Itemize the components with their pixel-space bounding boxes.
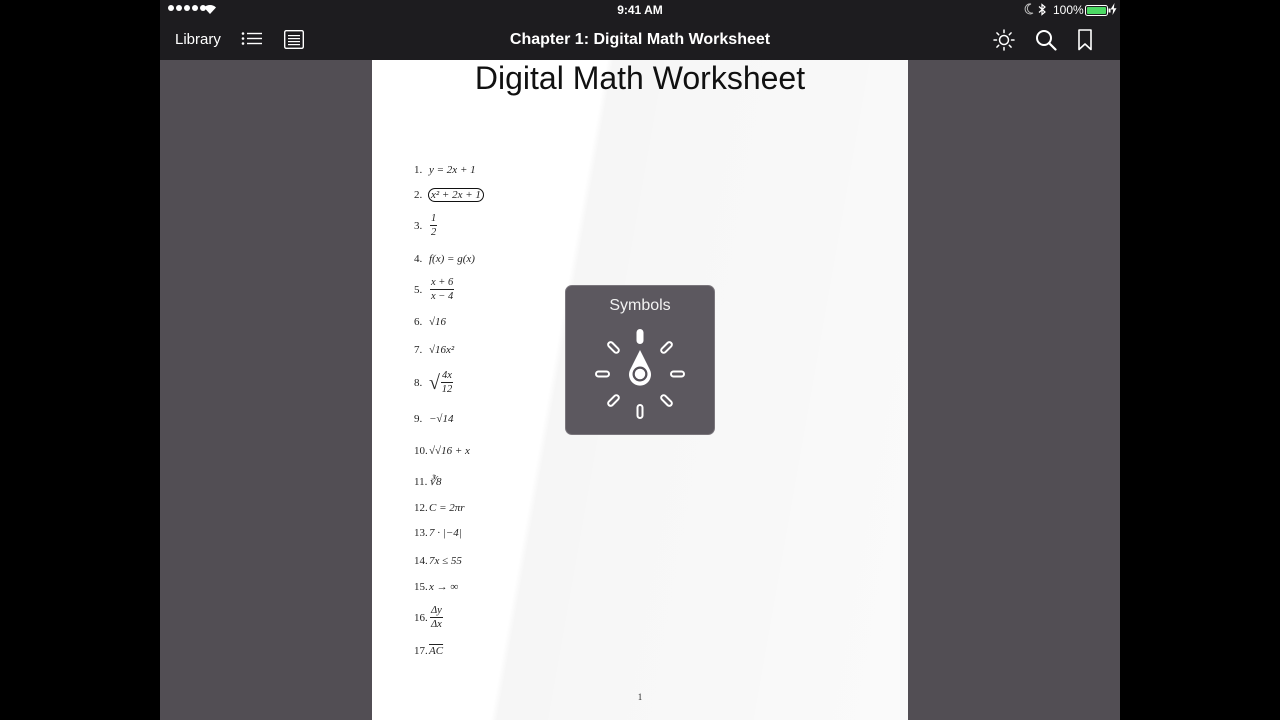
rotor-icon — [595, 329, 685, 419]
problem-number: 1. — [414, 164, 423, 176]
list-item[interactable]: 15. x → ∞ — [414, 581, 458, 593]
math-expression: 7x ≤ 55 — [429, 555, 462, 567]
radical-sign: √ — [429, 371, 440, 394]
list-item[interactable]: 2. x² + 2x + 1 — [414, 188, 484, 202]
numerator: Δy — [430, 605, 443, 618]
search-icon[interactable] — [1035, 29, 1057, 51]
math-expression: f(x) = g(x) — [429, 253, 475, 265]
page-title: Digital Math Worksheet — [474, 60, 806, 96]
math-expression: x → ∞ — [429, 581, 459, 593]
denominator: Δx — [431, 619, 442, 630]
moon-icon — [1024, 3, 1034, 15]
fraction: 1 2 — [430, 212, 438, 239]
problem-number: 15. — [414, 581, 428, 593]
book-title: Chapter 1: Digital Math Worksheet — [509, 31, 771, 48]
denominator: 12 — [441, 384, 453, 395]
bookmark-icon[interactable] — [1077, 29, 1093, 51]
math-expression: −√14 — [429, 413, 454, 425]
math-expression: √√16 + x — [429, 445, 470, 457]
math-expression: C = 2πr — [429, 502, 465, 514]
numerator: 1 — [430, 213, 438, 226]
math-expression: AC — [429, 645, 444, 657]
list-item[interactable]: 1. y = 2x + 1 — [414, 164, 476, 176]
problem-number: 5. — [414, 283, 423, 296]
page-number: 1 — [637, 692, 643, 702]
math-expression: √16x² — [429, 344, 455, 356]
math-expression: 7 · |−4| — [429, 527, 462, 539]
list-item[interactable]: 9. −√14 — [414, 413, 453, 425]
problem-number: 6. — [414, 316, 423, 328]
list-item[interactable]: 5. x + 6 x − 4 — [414, 276, 455, 303]
problem-number: 11. — [414, 475, 428, 488]
status-time: 9:41 AM — [617, 3, 663, 17]
numerator: 4x — [440, 370, 453, 383]
bluetooth-icon — [1038, 3, 1046, 16]
problem-number: 12. — [414, 502, 428, 514]
battery-percentage: 100% — [1053, 3, 1084, 17]
list-item[interactable]: 10. √√16 + x — [414, 445, 470, 457]
problem-number: 13. — [414, 527, 428, 539]
problem-number: 16. — [414, 611, 428, 624]
navigation-bar: Library Chapter 1: Digital Math Workshee… — [160, 20, 1120, 60]
brightness-icon[interactable] — [993, 29, 1015, 51]
denominator: x − 4 — [431, 291, 454, 302]
fraction: Δy Δx — [430, 604, 443, 631]
charging-icon — [1110, 3, 1117, 15]
problem-number: 10. — [414, 445, 428, 457]
list-item[interactable]: 17. AC — [414, 645, 443, 657]
math-expression: ∛8 — [429, 476, 442, 488]
math-expression: √16 — [429, 316, 447, 328]
problem-number: 2. — [414, 189, 423, 201]
problem-number: 8. — [414, 376, 423, 389]
list-item[interactable]: 14. 7x ≤ 55 — [414, 555, 462, 567]
list-item[interactable]: 8. √ 4x 12 — [414, 369, 453, 396]
list-item[interactable]: 6. √16 — [414, 316, 446, 328]
selected-math-expression[interactable]: x² + 2x + 1 — [428, 188, 484, 202]
battery-icon — [1085, 5, 1111, 16]
list-item[interactable]: 7. √16x² — [414, 344, 454, 356]
list-item[interactable]: 16. Δy Δx — [414, 604, 443, 631]
ipad-screen: 9:41 AM 100% Library Chapter 1: Digital … — [160, 0, 1120, 720]
problem-number: 7. — [414, 344, 423, 356]
problem-number: 17. — [414, 645, 428, 657]
list-item[interactable]: 11. ∛8 — [414, 475, 442, 489]
problem-number: 3. — [414, 219, 423, 232]
problem-number: 4. — [414, 253, 423, 265]
math-expression: y = 2x + 1 — [429, 164, 476, 176]
list-item[interactable]: 13. 7 · |−4| — [414, 527, 462, 539]
fraction: 4x 12 — [440, 369, 453, 396]
list-item[interactable]: 4. f(x) = g(x) — [414, 253, 475, 265]
list-item[interactable]: 3. 1 2 — [414, 212, 438, 239]
list-item[interactable]: 12. C = 2πr — [414, 502, 465, 514]
problem-number: 9. — [414, 413, 423, 425]
numerator: x + 6 — [430, 277, 455, 290]
problem-number: 14. — [414, 555, 428, 567]
hud-title: Symbols — [609, 297, 671, 314]
status-bar: 9:41 AM 100% — [160, 0, 1120, 20]
fraction: x + 6 x − 4 — [430, 276, 455, 303]
denominator: 2 — [431, 227, 437, 238]
symbols-rotor-hud: Symbols — [565, 285, 715, 435]
